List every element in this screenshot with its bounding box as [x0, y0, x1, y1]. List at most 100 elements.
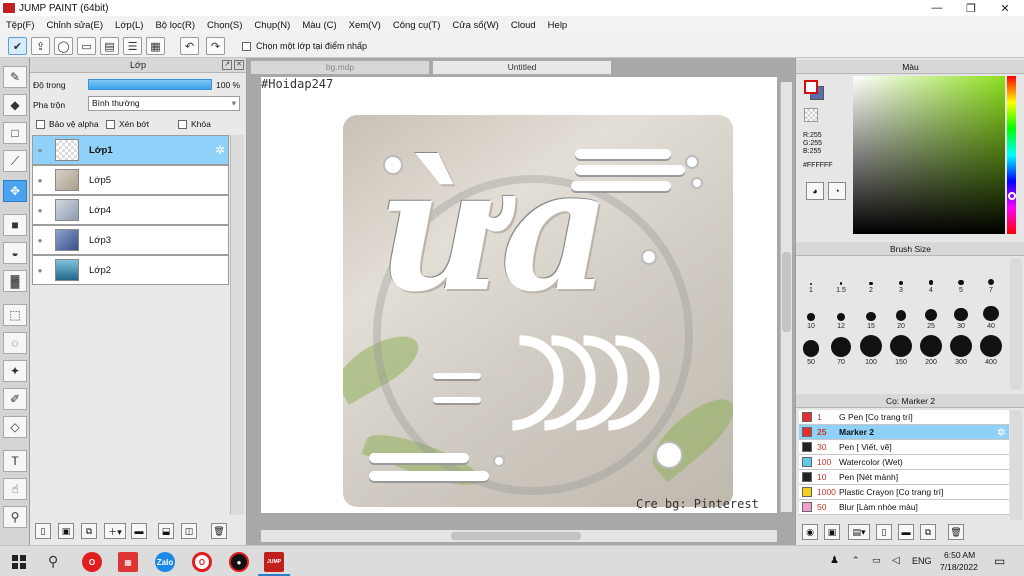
menu-snap[interactable]: Chụp(N): [254, 20, 290, 31]
chevron-up-icon[interactable]: ⌃: [852, 555, 860, 566]
fill-rect-tool-icon[interactable]: ■: [3, 214, 27, 236]
blend-mode-select[interactable]: Bình thường ▾: [88, 96, 240, 111]
export-icon[interactable]: ⇪: [31, 37, 50, 55]
visibility-icon[interactable]: ●: [33, 166, 47, 194]
brush-size-option[interactable]: 1: [798, 258, 824, 294]
brush-list-item[interactable]: 1000 Plastic Crayon [Cọ trang trí]: [799, 485, 1009, 500]
list-icon[interactable]: ☰: [123, 37, 142, 55]
color-picker-square[interactable]: [853, 76, 1005, 234]
new-layer-icon[interactable]: ▯: [35, 523, 51, 539]
canvas-paper[interactable]: #Hoidap247 ừa Cre bg: Pinterest: [261, 77, 777, 513]
vertical-scroll-thumb[interactable]: [782, 252, 791, 332]
brush-copy-icon[interactable]: ▯: [876, 524, 892, 540]
brush-size-option[interactable]: 400: [978, 330, 1004, 366]
brush-size-option[interactable]: 20: [888, 294, 914, 330]
brush-size-option[interactable]: 150: [888, 330, 914, 366]
brush-size-option[interactable]: 300: [948, 330, 974, 366]
lock-checkbox[interactable]: Khóa: [178, 119, 211, 130]
menu-layer[interactable]: Lớp(L): [115, 20, 143, 31]
network-icon[interactable]: ▭: [872, 555, 881, 566]
menu-file[interactable]: Tệp(F): [6, 20, 35, 31]
new-folder-layer-icon[interactable]: ▣: [58, 523, 74, 539]
undo-icon[interactable]: ↶: [180, 37, 199, 55]
page-icon[interactable]: ▤: [100, 37, 119, 55]
select-layer-checkbox[interactable]: [242, 41, 255, 52]
search-icon[interactable]: ⚲: [48, 553, 58, 570]
layer-row[interactable]: ● Lớp5: [32, 165, 229, 195]
hue-slider[interactable]: [1007, 76, 1016, 234]
brush-size-option[interactable]: 40: [978, 294, 1004, 330]
move-tool-icon[interactable]: ✥: [3, 180, 27, 202]
canvas-horizontal-scrollbar[interactable]: [261, 530, 777, 542]
select-eraser-icon[interactable]: ◇: [3, 416, 27, 438]
panel-close-icon[interactable]: ✕: [234, 60, 244, 70]
layer-row[interactable]: ● Lớp4: [32, 195, 229, 225]
brush-list-item[interactable]: 10 Pen [Nét mảnh]: [799, 470, 1009, 485]
merge-layer-icon[interactable]: ⬓: [158, 523, 174, 539]
brush-size-option[interactable]: 30: [948, 294, 974, 330]
menu-help[interactable]: Help: [548, 20, 568, 31]
menu-view[interactable]: Xem(V): [349, 20, 381, 31]
brush-size-option[interactable]: 7: [978, 258, 1004, 294]
brush-size-option[interactable]: 3: [888, 258, 914, 294]
brush-list-scrollbar[interactable]: [1010, 410, 1022, 520]
foreground-color-swatch[interactable]: [804, 80, 818, 94]
menu-window[interactable]: Cửa sổ(W): [452, 20, 498, 31]
folder-icon[interactable]: ▬: [131, 523, 147, 539]
visibility-icon[interactable]: ●: [33, 226, 47, 254]
bucket-tool-icon[interactable]: ◒: [3, 242, 27, 264]
brush-size-option[interactable]: 10: [798, 294, 824, 330]
record-icon[interactable]: ●: [229, 552, 249, 572]
redo-icon[interactable]: ↷: [206, 37, 225, 55]
palette-icon[interactable]: ◕: [806, 182, 824, 200]
protect-alpha-checkbox[interactable]: Bảo vệ alpha: [36, 119, 99, 130]
visibility-icon[interactable]: ●: [33, 256, 47, 284]
brush-list-item[interactable]: 50 Blur [Làm nhòe màu]: [799, 500, 1009, 515]
rectangle-tool-icon[interactable]: □: [3, 122, 27, 144]
brush-size-option[interactable]: 4: [918, 258, 944, 294]
magic-wand-icon[interactable]: ✦: [3, 360, 27, 382]
volume-icon[interactable]: ◁: [892, 555, 900, 566]
jump-paint-taskbar-icon[interactable]: JUMP: [264, 552, 284, 572]
brush-folder-icon[interactable]: ▣: [824, 524, 840, 540]
minimize-button[interactable]: —: [920, 0, 954, 16]
brush-list-item[interactable]: 30 Pen [ Viết, vẽ]: [799, 440, 1009, 455]
menu-select[interactable]: Chọn(S): [207, 20, 242, 31]
brush-size-option[interactable]: 100: [858, 330, 884, 366]
clip-checkbox[interactable]: Xén bớt: [106, 119, 149, 130]
visibility-icon[interactable]: ●: [33, 196, 47, 224]
text-tool-icon[interactable]: T: [3, 450, 27, 472]
eyedropper-icon[interactable]: ⚲: [3, 506, 27, 528]
brush-settings-gear-icon[interactable]: ✲: [997, 426, 1006, 439]
menu-edit[interactable]: Chỉnh sửa(E): [47, 20, 104, 31]
grid-icon[interactable]: ▦: [146, 37, 165, 55]
close-button[interactable]: ✕: [988, 0, 1022, 16]
select-rect-icon[interactable]: ⬚: [3, 304, 27, 326]
brush-size-option[interactable]: 1.5: [828, 258, 854, 294]
brush-menu-icon[interactable]: ▤▾: [848, 524, 870, 540]
brush-delete-icon[interactable]: 🗑: [948, 524, 964, 540]
menu-cloud[interactable]: Cloud: [511, 20, 536, 31]
opacity-slider[interactable]: [88, 79, 212, 90]
menu-filter[interactable]: Bộ lọc(R): [155, 20, 195, 31]
transparent-color-swatch[interactable]: [804, 108, 818, 122]
duplicate-layer-icon[interactable]: ⧉: [81, 523, 97, 539]
add-layer-menu-icon[interactable]: ＋▾: [104, 523, 126, 539]
settings-gear-icon[interactable]: ✲: [215, 143, 225, 157]
gradient-tool-icon[interactable]: ▓: [3, 270, 27, 292]
layer-row[interactable]: ● Lớp3: [32, 225, 229, 255]
language-indicator[interactable]: ENG: [912, 556, 932, 566]
eraser-tool-icon[interactable]: ◆: [3, 94, 27, 116]
brush-size-scrollbar[interactable]: [1010, 258, 1022, 390]
comment-icon[interactable]: ▭: [77, 37, 96, 55]
brush-open-folder-icon[interactable]: ▬: [898, 524, 914, 540]
zalo-icon[interactable]: Zalo: [155, 552, 175, 572]
brush-duplicate-icon[interactable]: ⧉: [920, 524, 936, 540]
windows-start-icon[interactable]: [12, 555, 26, 569]
canvas-vertical-scrollbar[interactable]: [780, 82, 792, 512]
brush-size-option[interactable]: 15: [858, 294, 884, 330]
lasso-icon[interactable]: ◌: [3, 332, 27, 354]
people-icon[interactable]: ♟: [830, 555, 839, 566]
brush-size-option[interactable]: 12: [828, 294, 854, 330]
visibility-icon[interactable]: ●: [33, 136, 47, 164]
